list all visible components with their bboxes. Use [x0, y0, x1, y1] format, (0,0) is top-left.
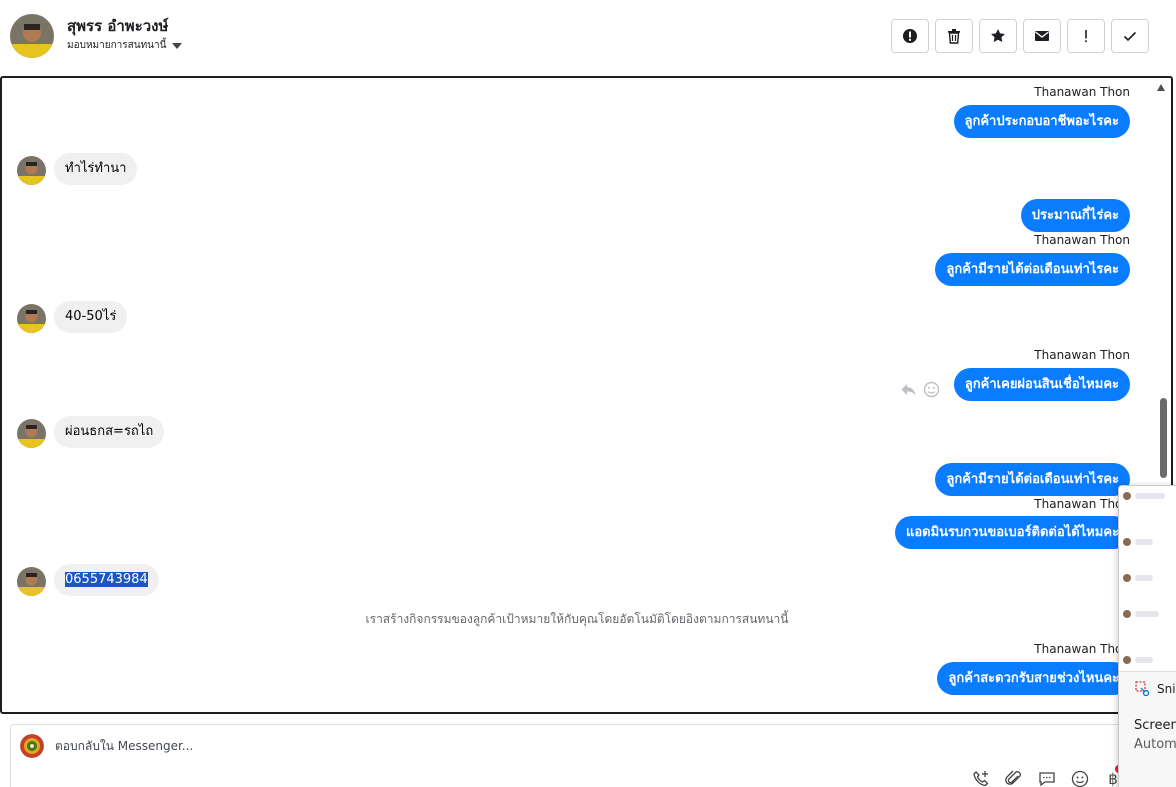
- outgoing-message[interactable]: ลูกค้ามีรายได้ต่อเดือนเท่าไรคะ: [935, 463, 1130, 496]
- star-button[interactable]: [979, 19, 1017, 53]
- outgoing-message[interactable]: แอดมินรบกวนขอเบอร์ติดต่อได้ไหมคะ: [894, 516, 1130, 549]
- reply-composer: ฿: [10, 724, 1170, 787]
- outgoing-message[interactable]: ลูกค้าสะดวกรับสายช่วงไหนคะ: [937, 662, 1130, 695]
- emoji-react-icon[interactable]: [923, 381, 940, 398]
- system-note: เราสร้างกิจกรรมของลูกค้าเป้าหมายให้กับคุ…: [365, 612, 789, 626]
- snip-title: Screen: [1134, 718, 1176, 733]
- assign-label: มอบหมายการสนทนานี้: [67, 40, 167, 51]
- screenshot-thumbnail[interactable]: [1119, 486, 1176, 672]
- envelope-icon: [1035, 31, 1049, 41]
- conversation-header: สุพรร อำพะวงษ์ มอบหมายการสนทนานี้: [0, 0, 1176, 76]
- contact-avatar-small: [17, 156, 46, 185]
- message-sender: Thanawan Thon: [1034, 642, 1130, 656]
- alert-circle-icon: [903, 29, 917, 43]
- emoji-icon[interactable]: [1070, 769, 1090, 787]
- snipping-tool-notification[interactable]: Snip Screen Autom: [1118, 485, 1176, 787]
- snip-subtitle: Autom: [1134, 737, 1176, 752]
- page-avatar: [20, 734, 44, 758]
- mark-done-button[interactable]: [1111, 19, 1149, 53]
- composer-tools: ฿: [971, 769, 1123, 787]
- check-icon: [1123, 31, 1137, 42]
- snip-app-label: Snip: [1135, 681, 1176, 697]
- inbox-conversation-view: สุพรร อำพะวงษ์ มอบหมายการสนทนานี้ Thanaw…: [0, 0, 1176, 787]
- snipping-tool-icon: [1135, 681, 1150, 697]
- contact-avatar[interactable]: [10, 14, 54, 58]
- phone-plus-icon[interactable]: [971, 769, 991, 787]
- outgoing-message[interactable]: ลูกค้าประกอบอาชีพอะไรคะ: [953, 105, 1130, 138]
- outgoing-message[interactable]: ลูกค้าเคยผ่อนสินเชื่อไหมคะ: [953, 368, 1130, 401]
- reply-input[interactable]: [55, 739, 955, 753]
- message-hover-tools: [900, 381, 940, 398]
- incoming-message[interactable]: ทำไร่ทำนา: [54, 153, 138, 185]
- follow-up-button[interactable]: [1067, 19, 1105, 53]
- exclamation-icon: [1085, 30, 1087, 43]
- spam-button[interactable]: [891, 19, 929, 53]
- trash-icon: [948, 29, 960, 44]
- paperclip-icon[interactable]: [1004, 769, 1024, 787]
- outgoing-message[interactable]: ลูกค้ามีรายได้ต่อเดือนเท่าไรคะ: [935, 253, 1130, 286]
- contact-avatar-small: [17, 567, 46, 596]
- message-sender: Thanawan Thon: [1034, 85, 1130, 99]
- contact-avatar-small: [17, 419, 46, 448]
- reply-icon[interactable]: [900, 381, 917, 398]
- selected-phone-number[interactable]: 0655743984: [65, 572, 148, 587]
- message-sender: Thanawan Thon: [1034, 497, 1130, 511]
- contact-name[interactable]: สุพรร อำพะวงษ์: [67, 14, 168, 38]
- incoming-message-phone[interactable]: 0655743984: [54, 564, 159, 596]
- saved-reply-icon[interactable]: [1037, 769, 1057, 787]
- incoming-message[interactable]: ผ่อนธกส=รถไถ: [54, 416, 165, 448]
- caret-down-icon: [172, 42, 183, 49]
- conversation-actions: [891, 19, 1149, 53]
- scroll-up-arrow-icon[interactable]: [1157, 84, 1165, 91]
- delete-button[interactable]: [935, 19, 973, 53]
- message-sender: Thanawan Thon: [1034, 233, 1130, 247]
- assign-conversation-dropdown[interactable]: มอบหมายการสนทนานี้: [67, 38, 183, 53]
- contact-avatar-small: [17, 304, 46, 333]
- incoming-message[interactable]: 40-50ไร่: [54, 301, 128, 333]
- message-thread[interactable]: Thanawan Thon ลูกค้าประกอบอาชีพอะไรคะ ทำ…: [0, 76, 1173, 714]
- mark-unread-button[interactable]: [1023, 19, 1061, 53]
- message-sender: Thanawan Thon: [1034, 348, 1130, 362]
- star-icon: [991, 29, 1005, 42]
- outgoing-message[interactable]: ประมาณกี่ไร่คะ: [1020, 199, 1130, 232]
- scroll-thumb[interactable]: [1160, 398, 1167, 478]
